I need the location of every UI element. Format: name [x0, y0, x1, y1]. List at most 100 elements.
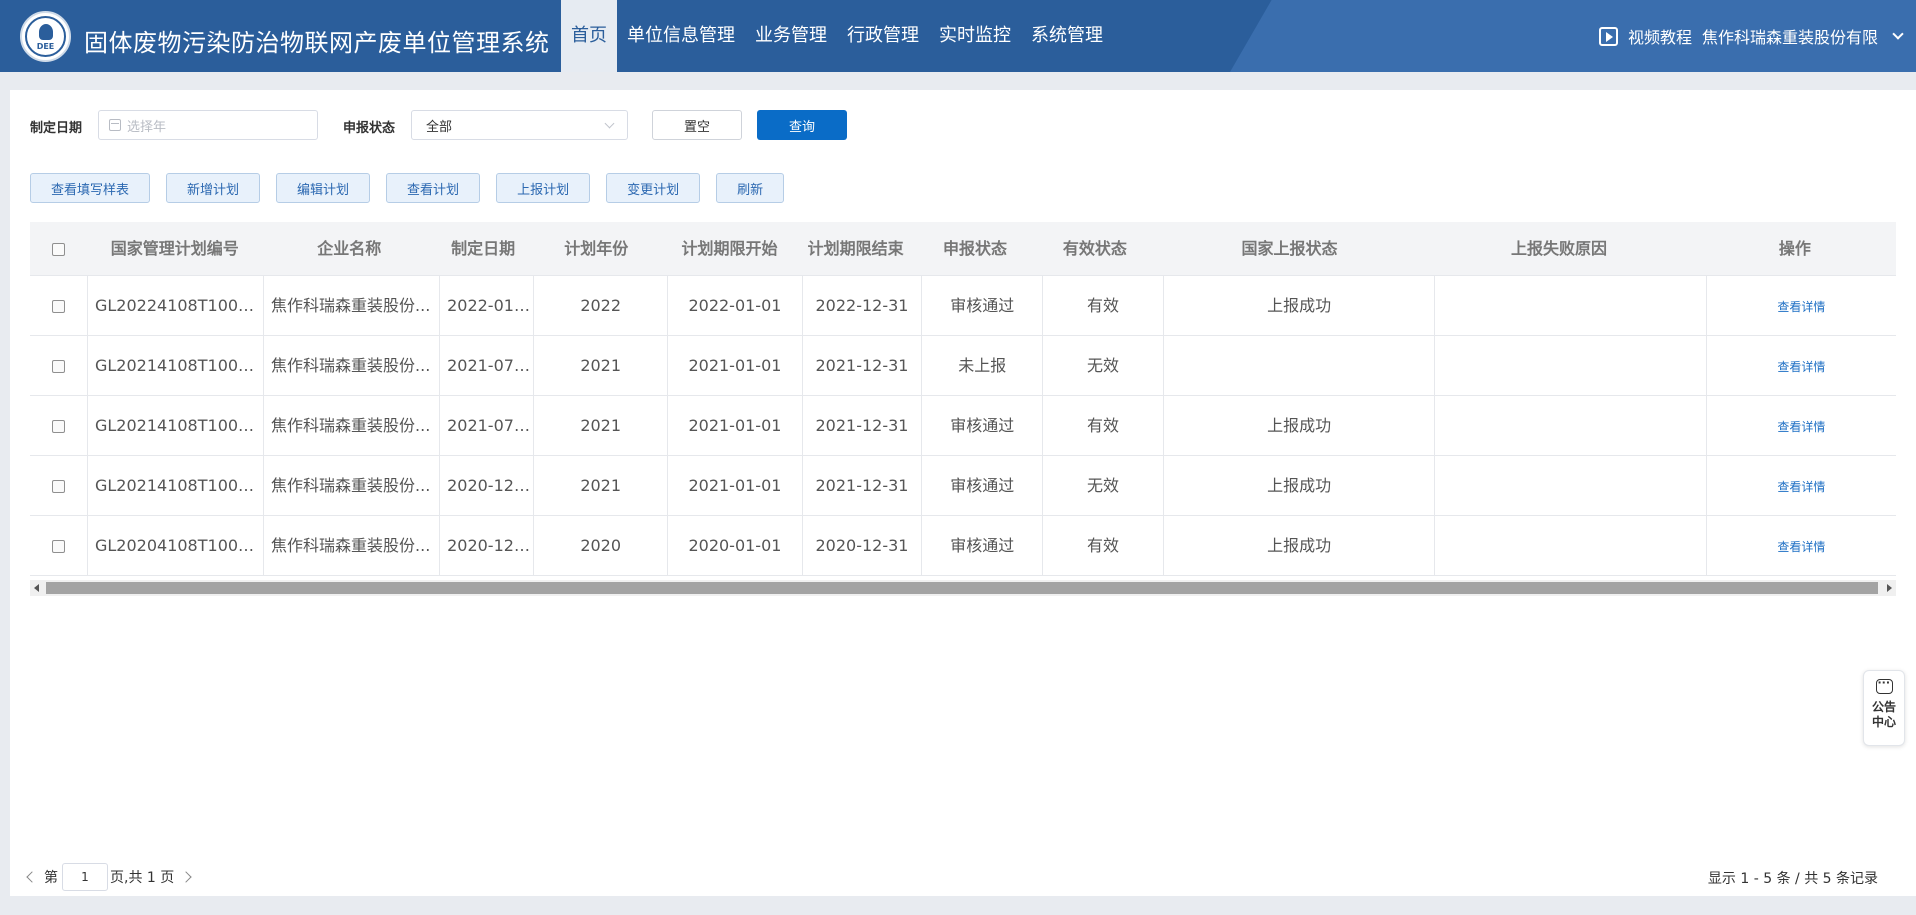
cell-action: 查看详情 — [1707, 396, 1896, 456]
company-menu[interactable]: 焦作科瑞森重装股份有限 — [1702, 24, 1904, 48]
notice-center-button[interactable]: 公告中心 — [1863, 670, 1905, 746]
cell-end: 2021-12-31 — [803, 456, 923, 516]
submit-plan-button[interactable]: 上报计划 — [496, 173, 591, 203]
cell-fail-reason — [1435, 516, 1707, 576]
chevron-down-icon[interactable] — [1892, 27, 1904, 40]
next-page-icon[interactable] — [180, 871, 192, 883]
cell-select — [30, 276, 88, 336]
cell-plan-code: GL20214108T10000... — [88, 336, 265, 396]
logo-text: DEE — [36, 42, 55, 51]
nav-unit-info[interactable]: 单位信息管理 — [617, 0, 745, 72]
view-detail-link[interactable]: 查看详情 — [1777, 540, 1825, 554]
main-nav: 首页 单位信息管理 业务管理 行政管理 实时监控 系统管理 — [561, 0, 1113, 72]
row-checkbox[interactable] — [51, 420, 65, 433]
nav-home[interactable]: 首页 — [561, 0, 617, 72]
cell-fail-reason — [1435, 276, 1707, 336]
video-tutorial-link[interactable]: 视频教程 — [1628, 24, 1692, 48]
add-plan-button[interactable]: 新增计划 — [166, 173, 261, 203]
video-play-icon[interactable] — [1598, 26, 1618, 46]
cell-report-status: 上报成功 — [1164, 516, 1436, 576]
col-report-status: 国家上报状态 — [1241, 239, 1338, 258]
cell-company: 焦作科瑞森重装股份... — [264, 456, 441, 516]
change-plan-button[interactable]: 变更计划 — [606, 173, 701, 203]
table-row[interactable]: GL20214108T10000... 焦作科瑞森重装股份... 2021-07-.… — [30, 336, 1896, 396]
page-prefix: 第 — [44, 870, 58, 886]
cell-valid-status: 有效 — [1043, 276, 1164, 336]
cell-action: 查看详情 — [1707, 336, 1896, 396]
view-detail-link[interactable]: 查看详情 — [1777, 300, 1825, 314]
cell-end: 2022-12-31 — [803, 276, 923, 336]
cell-declare-status: 未上报 — [922, 336, 1044, 396]
cell-action: 查看详情 — [1707, 456, 1896, 516]
nav-system[interactable]: 系统管理 — [1021, 0, 1113, 72]
horizontal-scrollbar[interactable] — [30, 580, 1896, 596]
view-plan-button[interactable]: 查看计划 — [386, 173, 481, 203]
col-start: 计划期限开始 — [681, 239, 778, 258]
content-panel: 制定日期 选择年 申报状态 全部 置空 查询 查看填写样表 新增计划 编辑计划 … — [10, 90, 1916, 896]
cell-company: 焦作科瑞森重装股份... — [264, 336, 441, 396]
col-year: 计划年份 — [564, 239, 629, 258]
row-checkbox[interactable] — [51, 300, 65, 313]
cell-year: 2021 — [534, 336, 669, 396]
table-row[interactable]: GL20214108T10000... 焦作科瑞森重装股份... 2021-07-.… — [30, 396, 1896, 456]
cell-select — [30, 456, 88, 516]
cell-end: 2020-12-31 — [803, 516, 923, 576]
view-detail-link[interactable]: 查看详情 — [1777, 480, 1825, 494]
cell-valid-status: 有效 — [1043, 396, 1164, 456]
view-sample-button[interactable]: 查看填写样表 — [30, 173, 151, 203]
cell-declare-status: 审核通过 — [922, 276, 1044, 336]
page-number-input[interactable]: 1 — [62, 863, 108, 891]
row-checkbox[interactable] — [51, 480, 65, 493]
cell-valid-status: 有效 — [1043, 516, 1164, 576]
cell-date: 2021-07-... — [440, 396, 535, 456]
cell-declare-status: 审核通过 — [922, 396, 1044, 456]
table-row[interactable]: GL20214108T10000... 焦作科瑞森重装股份... 2020-12-.… — [30, 456, 1896, 516]
chevron-down-icon — [604, 118, 615, 129]
status-select[interactable]: 全部 — [411, 110, 628, 140]
calendar-icon — [109, 119, 121, 131]
select-all-checkbox[interactable] — [52, 243, 66, 256]
year-picker-input[interactable]: 选择年 — [98, 110, 318, 140]
cell-end: 2021-12-31 — [803, 396, 923, 456]
edit-plan-button[interactable]: 编辑计划 — [276, 173, 371, 203]
cell-valid-status: 无效 — [1043, 336, 1164, 396]
scroll-right-icon[interactable] — [1887, 584, 1892, 592]
prev-page-icon[interactable] — [26, 871, 38, 883]
cell-year: 2022 — [534, 276, 669, 336]
refresh-button[interactable]: 刷新 — [716, 173, 785, 203]
nav-monitor[interactable]: 实时监控 — [929, 0, 1021, 72]
nav-business[interactable]: 业务管理 — [745, 0, 837, 72]
col-action: 操作 — [1778, 239, 1811, 258]
select-all-cell — [30, 222, 88, 276]
cell-valid-status: 无效 — [1043, 456, 1164, 516]
cell-action: 查看详情 — [1707, 516, 1896, 576]
cell-start: 2021-01-01 — [668, 456, 803, 516]
cell-plan-code: GL20224108T10000... — [88, 276, 265, 336]
col-date: 制定日期 — [451, 239, 516, 258]
record-summary: 显示 1 - 5 条 / 共 5 条记录 — [1707, 871, 1878, 887]
nav-admin[interactable]: 行政管理 — [837, 0, 929, 72]
cell-plan-code: GL20214108T10000... — [88, 456, 265, 516]
query-button[interactable]: 查询 — [757, 110, 847, 140]
col-fail-reason: 上报失败原因 — [1510, 239, 1607, 258]
col-plan-code: 国家管理计划编号 — [110, 239, 239, 258]
row-checkbox[interactable] — [51, 360, 65, 373]
scroll-left-icon[interactable] — [34, 584, 39, 592]
table-row[interactable]: GL20204108T10000... 焦作科瑞森重装股份... 2020-12-.… — [30, 516, 1896, 576]
view-detail-link[interactable]: 查看详情 — [1777, 360, 1825, 374]
cell-select — [30, 396, 88, 456]
cell-date: 2021-07-... — [440, 336, 535, 396]
year-picker-placeholder: 选择年 — [127, 119, 167, 135]
chat-bubble-icon — [1875, 676, 1893, 694]
page-suffix: 页,共 1 页 — [110, 870, 175, 886]
view-detail-link[interactable]: 查看详情 — [1777, 420, 1825, 434]
cell-company: 焦作科瑞森重装股份... — [264, 276, 441, 336]
scrollbar-thumb[interactable] — [46, 582, 1878, 594]
table-row[interactable]: GL20224108T10000... 焦作科瑞森重装股份... 2022-01-.… — [30, 276, 1896, 336]
cell-plan-code: GL20214108T10000... — [88, 396, 265, 456]
cell-date: 2022-01-... — [440, 276, 535, 336]
reset-button[interactable]: 置空 — [652, 110, 742, 140]
plan-table: 国家管理计划编号 企业名称 制定日期 计划年份 计划期限开始 计划期限结束 申报… — [30, 222, 1896, 576]
row-checkbox[interactable] — [51, 540, 65, 553]
logo-emblem: DEE — [25, 16, 66, 57]
